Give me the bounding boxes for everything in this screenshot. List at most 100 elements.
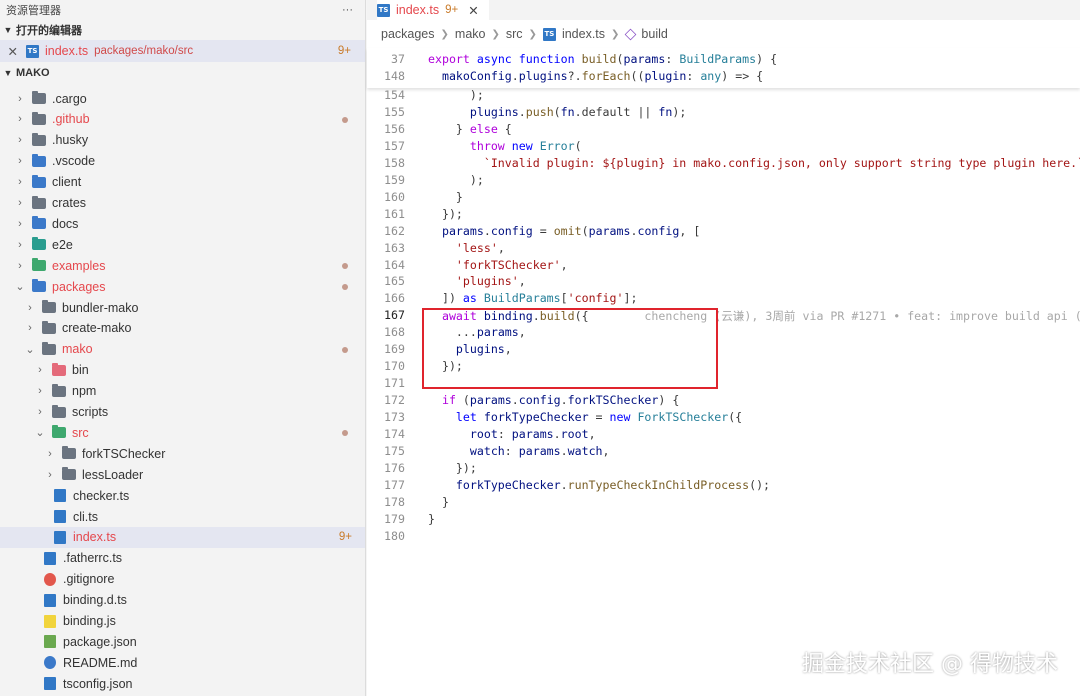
chevron-right-icon[interactable]: › (14, 176, 26, 188)
more-actions-icon[interactable]: ··· (342, 4, 353, 16)
code-text: 'less', (455, 240, 505, 255)
chevron-right-icon[interactable]: › (14, 134, 26, 146)
tree-item-label: .gitignore (63, 572, 115, 587)
code-text: root: params.root, (469, 427, 596, 441)
chevron-right-icon[interactable]: › (34, 385, 46, 397)
folder-item[interactable]: › client (0, 172, 365, 193)
chevron-right-icon[interactable]: › (34, 406, 46, 418)
chevron-right-icon[interactable]: › (14, 93, 26, 105)
tree-item-label: index.ts (73, 530, 117, 545)
folder-icon (52, 383, 66, 397)
tree-item-label: .fatherrc.ts (63, 551, 123, 566)
file-item[interactable]: cli.ts (0, 506, 365, 527)
tree-item-label: src (72, 425, 89, 440)
folder-icon (32, 91, 46, 104)
chevron-right-icon[interactable]: › (14, 239, 26, 251)
folder-item[interactable]: › lessLoader (0, 464, 365, 485)
code-text: throw new Error( (469, 138, 582, 153)
file-item[interactable]: .gitignore (0, 569, 365, 590)
folder-item[interactable]: › scripts (0, 402, 365, 423)
file-item[interactable]: binding.d.ts (0, 590, 365, 611)
tree-item-label: README.md (63, 655, 138, 670)
folder-item[interactable]: › bundler-mako (0, 297, 365, 318)
folder-item[interactable]: › .vscode (0, 151, 365, 172)
folder-icon (42, 320, 56, 334)
folder-item[interactable]: › .husky (0, 130, 365, 151)
open-editor-item[interactable]: ✕ TS index.ts packages/mako/src 9+ (0, 40, 365, 62)
code-text: }); (428, 460, 477, 475)
folder-item[interactable]: ⌄ packages (0, 276, 365, 297)
chevron-down-icon[interactable]: ⌄ (34, 426, 46, 439)
chevron-right-icon[interactable]: › (44, 448, 56, 460)
breadcrumb-item[interactable]: index.ts (562, 27, 605, 41)
chevron-down-icon[interactable]: ⌄ (24, 343, 36, 356)
tree-item-label: create-mako (62, 321, 132, 336)
chevron-right-icon[interactable]: › (14, 218, 26, 230)
line-number: 180 (384, 528, 405, 543)
chevron-right-icon[interactable]: › (34, 364, 46, 376)
breadcrumb-item[interactable]: build (641, 27, 667, 41)
tree-item-label: docs (52, 216, 79, 231)
breadcrumb-item[interactable]: src (506, 27, 523, 41)
code-text: if (params.config.forkTSChecker) { (441, 393, 680, 408)
tab-problems-badge: 9+ (445, 4, 459, 16)
chevron-right-icon[interactable]: › (14, 155, 26, 167)
chevron-right-icon[interactable]: › (14, 113, 26, 125)
close-tab-icon[interactable]: ✕ (468, 3, 478, 18)
line-number: 155 (384, 104, 405, 119)
line-number: 157 (384, 138, 405, 153)
chevron-right-icon[interactable]: › (24, 302, 36, 314)
tree-item-label: client (52, 175, 82, 190)
breadcrumb-item[interactable]: mako (455, 27, 486, 41)
modified-dot-icon (342, 284, 348, 291)
open-editors-section[interactable]: ▼ 打开的编辑器 (0, 20, 365, 40)
close-icon[interactable]: ✕ (0, 44, 26, 59)
line-number: 179 (384, 511, 405, 526)
chevron-right-icon[interactable]: › (14, 260, 26, 272)
chevron-right-icon[interactable]: › (44, 469, 56, 481)
tsconfig-file-icon (44, 677, 56, 691)
chevron-right-icon[interactable]: › (14, 197, 26, 209)
folder-item[interactable]: › docs (0, 213, 365, 234)
folder-item[interactable]: › create-mako (0, 318, 365, 339)
code-text: watch: params.watch, (469, 443, 610, 458)
file-item[interactable]: .fatherrc.ts (0, 548, 365, 569)
file-item[interactable]: binding.js (0, 611, 365, 632)
tree-item-label: .cargo (52, 91, 87, 106)
folder-item[interactable]: ⌄ src (0, 422, 365, 443)
file-item[interactable]: tsconfig.json (0, 673, 365, 694)
code-text: let forkTypeChecker = new ForkTSChecker(… (455, 410, 743, 425)
folder-item[interactable]: › .cargo (0, 88, 365, 109)
file-item[interactable]: checker.ts (0, 485, 365, 506)
folder-item[interactable]: ⌄ mako (0, 339, 365, 360)
line-number: 175 (384, 443, 405, 458)
folder-item[interactable]: › crates (0, 193, 365, 214)
project-section[interactable]: ▼ MAKO (0, 63, 365, 83)
folder-item[interactable]: › npm (0, 381, 365, 402)
modified-dot-icon (342, 263, 348, 270)
code-text: `Invalid plugin: ${plugin} in mako.confi… (483, 155, 1080, 170)
chevron-right-icon[interactable]: › (24, 322, 36, 334)
editor-tab[interactable]: TS index.ts 9+ ✕ (377, 0, 489, 20)
folder-item[interactable]: › e2e (0, 234, 365, 255)
chevron-down-icon[interactable]: ⌄ (14, 280, 26, 293)
tree-item-label: bin (72, 363, 89, 378)
line-number: 165 (384, 274, 405, 289)
file-item[interactable]: index.ts 9+ (0, 526, 365, 548)
folder-icon (32, 195, 46, 209)
folder-item[interactable]: › .github (0, 109, 365, 130)
folder-item[interactable]: › examples (0, 255, 365, 276)
ts-file-icon (54, 530, 66, 544)
line-number: 170 (384, 359, 405, 374)
watermark: 掘金技术社区 @ 得物技术 (802, 652, 1058, 677)
open-editor-filename: index.ts (45, 44, 89, 58)
line-number: 178 (384, 494, 405, 509)
folder-item[interactable]: › bin (0, 360, 365, 381)
file-item[interactable]: README.md (0, 652, 365, 673)
sticky-scroll-header[interactable]: 37 export async function build(params: Bu… (367, 48, 1080, 88)
line-number: 164 (384, 257, 405, 272)
file-item[interactable]: package.json (0, 631, 365, 652)
folder-item[interactable]: › forkTSChecker (0, 443, 365, 464)
breadcrumb-item[interactable]: packages (381, 27, 435, 41)
js-file-icon (44, 614, 56, 628)
